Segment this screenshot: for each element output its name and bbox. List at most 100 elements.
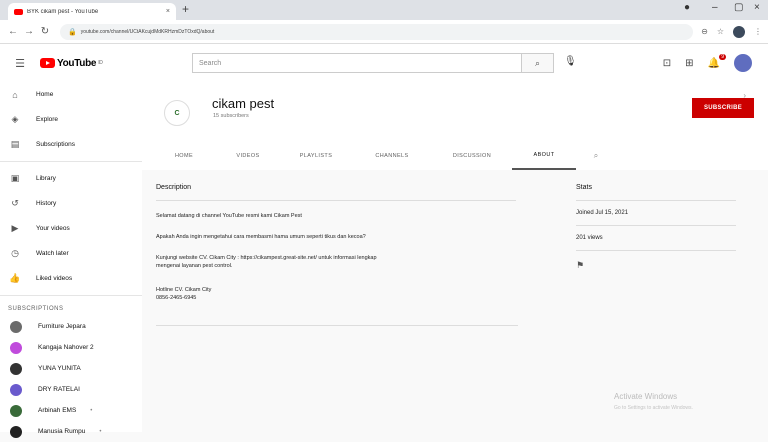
tab-discussion[interactable]: DISCUSSION [432, 142, 512, 170]
subscription-item[interactable]: DRY RATELAI [0, 379, 142, 400]
browser-profile-icon[interactable] [733, 25, 745, 38]
sidebar-item-watch-later[interactable]: ◷ Watch later [0, 241, 142, 266]
reload-icon[interactable]: ↻ [38, 26, 52, 37]
tab-about[interactable]: ABOUT [512, 142, 576, 170]
create-video-icon[interactable]: ⊡ [663, 58, 671, 69]
description-line: Selamat datang di channel YouTube resmi … [156, 213, 302, 219]
apps-grid-icon[interactable]: ⊞ [685, 58, 693, 69]
bookmark-star-icon[interactable]: ☆ [717, 27, 724, 36]
search-button[interactable]: ⌕ [522, 53, 554, 73]
about-section: Description Selamat datang di channel Yo… [142, 170, 768, 432]
subscription-item[interactable]: Kangaja Nahover 2 [0, 337, 142, 358]
youtube-logo[interactable]: YouTube ID [40, 58, 103, 69]
description-line: Kunjungi website CV. Cikam City : https:… [156, 255, 377, 261]
clock-icon: ◷ [11, 248, 19, 258]
youtube-header: ☰ YouTube ID Search ⌕ 🎙 ⊡ ⊞ 🔔 9 [0, 44, 768, 82]
search-input[interactable]: Search [192, 53, 522, 73]
sidebar-item-your-videos[interactable]: ▶ Your videos [0, 216, 142, 241]
tab-channels[interactable]: CHANNELS [352, 142, 432, 170]
description-line: Hotline CV. Cikam City [156, 287, 212, 293]
subscriber-count: 15 subscribers [213, 113, 249, 119]
sidebar-item-label: Home [36, 91, 54, 98]
description-bottom-divider [156, 325, 518, 326]
sidebar-divider [0, 295, 142, 296]
sidebar: ⌂ Home ◈ Explore ▤ Subscriptions ▣ Libra… [0, 82, 142, 438]
stats-divider [576, 225, 736, 226]
channel-tabs: HOME VIDEOS PLAYLISTS CHANNELS DISCUSSIO… [142, 142, 768, 170]
subscribe-button[interactable]: SUBSCRIBE [692, 98, 754, 118]
subscription-item[interactable]: YUNA YUNITA [0, 358, 142, 379]
view-count: 201 views [576, 235, 603, 241]
channel-avatar [10, 341, 22, 354]
description-line: mengenai layanan pest control. [156, 263, 233, 269]
history-icon: ↺ [11, 198, 19, 208]
sidebar-item-subscriptions[interactable]: ▤ Subscriptions [0, 132, 142, 157]
back-icon[interactable]: ← [6, 26, 20, 37]
minimize-icon[interactable]: – [712, 2, 718, 13]
sidebar-item-label: Library [36, 175, 56, 182]
close-window-icon[interactable]: × [754, 2, 760, 13]
library-icon: ▣ [10, 173, 20, 183]
description-divider [156, 200, 516, 201]
tab-videos[interactable]: VIDEOS [216, 142, 280, 170]
channel-avatar [10, 383, 22, 396]
notifications-bell-icon[interactable]: 🔔 9 [708, 53, 726, 69]
sidebar-item-history[interactable]: ↺ History [0, 191, 142, 216]
search-icon: ⌕ [534, 57, 541, 68]
sidebar-item-library[interactable]: ▣ Library [0, 166, 142, 191]
subscription-label: DRY RATELAI [38, 386, 80, 393]
channel-avatar [10, 362, 22, 375]
record-indicator-icon: ● [684, 2, 691, 13]
joined-date: Joined Jul 15, 2021 [576, 210, 629, 216]
browser-tab[interactable]: BYK cikam pest - YouTube × [8, 3, 176, 20]
url-text: youtube.com/channel/UCtAKcujdMdKRHzmDzTO… [80, 28, 215, 35]
youtube-play-icon [40, 58, 55, 68]
activate-windows-subtitle: Go to Settings to activate Windows. [614, 405, 693, 411]
subscription-label: Furniture Jepara [38, 323, 86, 330]
tab-home[interactable]: HOME [152, 142, 216, 170]
user-avatar[interactable] [734, 54, 752, 72]
url-field[interactable]: 🔒 youtube.com/channel/UCtAKcujdMdKRHzmDz… [60, 23, 694, 40]
subscriptions-heading: SUBSCRIPTIONS [8, 306, 64, 312]
stats-divider [576, 250, 736, 251]
browser-tab-title: BYK cikam pest - YouTube [27, 8, 99, 15]
channel-header: C cikam pest 15 subscribers SUBSCRIBE HO… [142, 82, 768, 170]
zoom-icon[interactable]: ⊖ [701, 27, 708, 36]
channel-logo: C [164, 100, 190, 126]
sidebar-item-explore[interactable]: ◈ Explore [0, 107, 142, 132]
stats-heading: Stats [576, 184, 592, 191]
tab-close-icon[interactable]: × [166, 8, 170, 15]
maximize-icon[interactable]: ▢ [734, 2, 743, 13]
sidebar-item-liked-videos[interactable]: 👍 Liked videos [0, 266, 142, 291]
thumb-up-icon: 👍 [9, 273, 21, 283]
flag-icon[interactable]: ⚑ [576, 260, 584, 271]
youtube-favicon-icon [14, 8, 23, 15]
sidebar-item-label: Explore [36, 116, 59, 123]
browser-menu-icon[interactable]: ⋮ [754, 27, 762, 36]
youtube-logo-text: YouTube [57, 57, 97, 69]
microphone-icon[interactable]: 🎙 [564, 56, 577, 67]
home-icon: ⌂ [12, 89, 18, 100]
sidebar-item-label: Your videos [36, 225, 70, 232]
tab-playlists[interactable]: PLAYLISTS [280, 142, 352, 170]
channel-search-icon[interactable]: ⌕ [576, 142, 616, 170]
sidebar-divider [0, 161, 142, 162]
subscriptions-icon: ▤ [10, 139, 20, 149]
description-line: Apakah Anda ingin mengetahui cara membas… [156, 234, 366, 240]
subscription-label: YUNA YUNITA [38, 365, 81, 372]
subscription-item[interactable]: Arbinah EMS • [0, 400, 142, 421]
activate-windows-title: Activate Windows [614, 392, 678, 401]
subscription-item[interactable]: Furniture Jepara [0, 316, 142, 337]
sidebar-item-home[interactable]: ⌂ Home [0, 82, 142, 107]
youtube-region: ID [98, 60, 103, 66]
chevron-right-icon[interactable]: › [743, 91, 746, 100]
forward-icon[interactable]: → [22, 26, 36, 37]
video-icon: ▶ [11, 223, 19, 233]
notification-badge: 9 [719, 53, 726, 60]
sidebar-item-label: Watch later [36, 250, 69, 257]
new-tab-button[interactable]: + [182, 2, 189, 16]
sidebar-item-label: Liked videos [36, 275, 73, 282]
description-line: 0856-2465-6945 [156, 295, 197, 301]
subscription-label: Arbinah EMS [38, 407, 77, 414]
hamburger-menu-icon[interactable]: ☰ [0, 57, 40, 70]
